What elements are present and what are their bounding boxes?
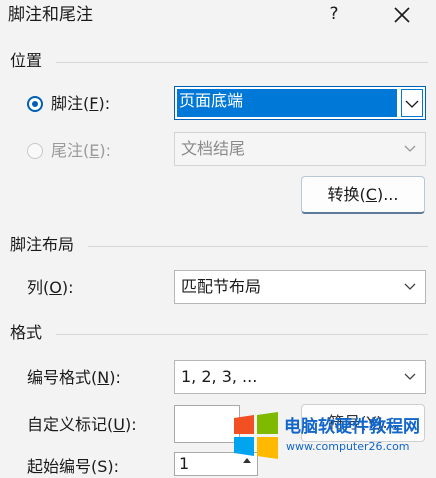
position-section-title: 位置 xyxy=(10,51,43,70)
number-format-select[interactable]: 1, 2, 3, ... xyxy=(174,360,426,394)
footnote-location-select[interactable]: 页面底端 xyxy=(174,86,426,120)
endnote-location-value: 文档结尾 xyxy=(181,139,246,158)
close-icon xyxy=(394,7,410,23)
endnote-label: 尾注(E): xyxy=(51,141,111,160)
columns-select[interactable]: 匹配节布局 xyxy=(174,270,426,304)
footnote-radio[interactable] xyxy=(27,96,43,112)
chevron-down-icon xyxy=(404,145,416,152)
dialog-title: 脚注和尾注 xyxy=(8,5,93,25)
endnote-location-select[interactable]: 文档结尾 xyxy=(174,132,426,166)
position-divider xyxy=(56,62,428,63)
format-section-title: 格式 xyxy=(10,323,43,342)
watermark-title: 电脑软硬件教程网 xyxy=(284,417,420,437)
endnote-radio[interactable] xyxy=(27,143,43,159)
convert-button[interactable]: 转换(C)... xyxy=(301,176,425,214)
windows-logo xyxy=(232,412,280,460)
close-button[interactable] xyxy=(388,0,416,30)
footnote-location-value: 页面底端 xyxy=(179,91,244,110)
columns-label: 列(O): xyxy=(27,278,74,297)
layout-section-title: 脚注布局 xyxy=(10,235,75,254)
dropdown-button[interactable] xyxy=(401,89,423,117)
help-button[interactable]: ? xyxy=(324,4,344,24)
watermark-url: www.computer26.com xyxy=(286,440,410,453)
footnote-label: 脚注(F): xyxy=(51,94,111,113)
chevron-down-icon xyxy=(404,373,416,380)
start-at-value: 1 xyxy=(179,454,190,473)
custom-mark-input[interactable] xyxy=(174,405,240,443)
custom-mark-label: 自定义标记(U): xyxy=(27,415,137,434)
columns-value: 匹配节布局 xyxy=(181,277,262,296)
number-format-label: 编号格式(N): xyxy=(27,368,121,387)
chevron-down-icon xyxy=(405,100,419,108)
layout-divider xyxy=(88,246,428,247)
number-format-value: 1, 2, 3, ... xyxy=(181,367,258,386)
start-at-label: 起始编号(S): xyxy=(27,457,120,476)
chevron-down-icon xyxy=(404,283,416,290)
format-divider xyxy=(56,334,428,335)
